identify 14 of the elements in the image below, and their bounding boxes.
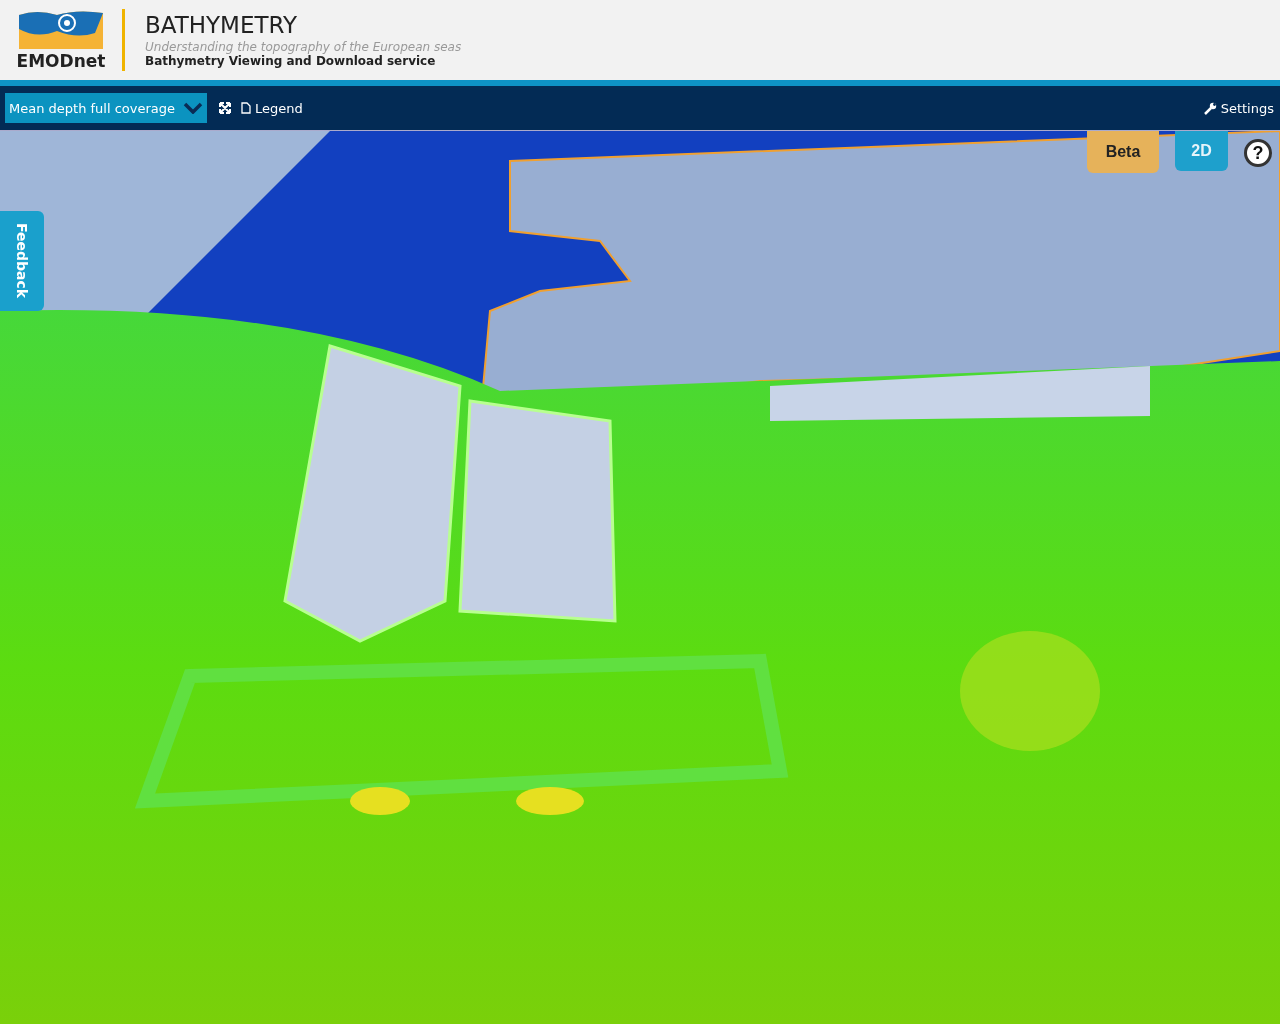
emodnet-logo-icon [17, 9, 105, 51]
beta-button[interactable]: Beta [1087, 131, 1159, 173]
legend-button[interactable]: Legend [241, 100, 303, 116]
logo-text: EMODnet [16, 51, 106, 71]
subtitle: Understanding the topography of the European seas [145, 40, 462, 54]
settings-button[interactable]: Settings [1203, 100, 1274, 116]
terrain-map-view[interactable]: Beta 2D ? Feedback [0, 131, 1280, 1024]
wrench-icon [1203, 101, 1217, 115]
app-title: BATHYMETRY [145, 12, 299, 38]
document-icon [241, 102, 252, 114]
fullscreen-icon[interactable] [219, 102, 232, 114]
layer-dropdown[interactable]: Mean depth full coverage [5, 93, 208, 123]
chevron-down-icon [183, 102, 204, 114]
service-name: Bathymetry Viewing and Download service [145, 54, 437, 68]
